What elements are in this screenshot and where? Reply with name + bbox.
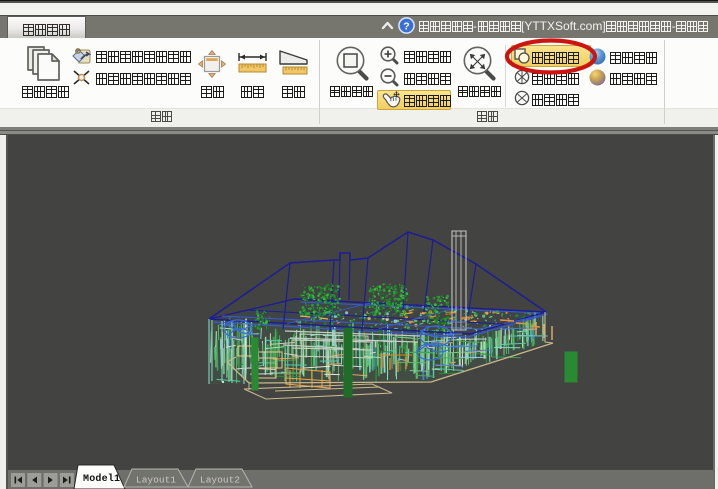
svg-text:Layout1: Layout1 [136, 475, 176, 486]
svg-text:Layout2: Layout2 [200, 475, 240, 486]
svg-text:Model1: Model1 [83, 473, 120, 485]
